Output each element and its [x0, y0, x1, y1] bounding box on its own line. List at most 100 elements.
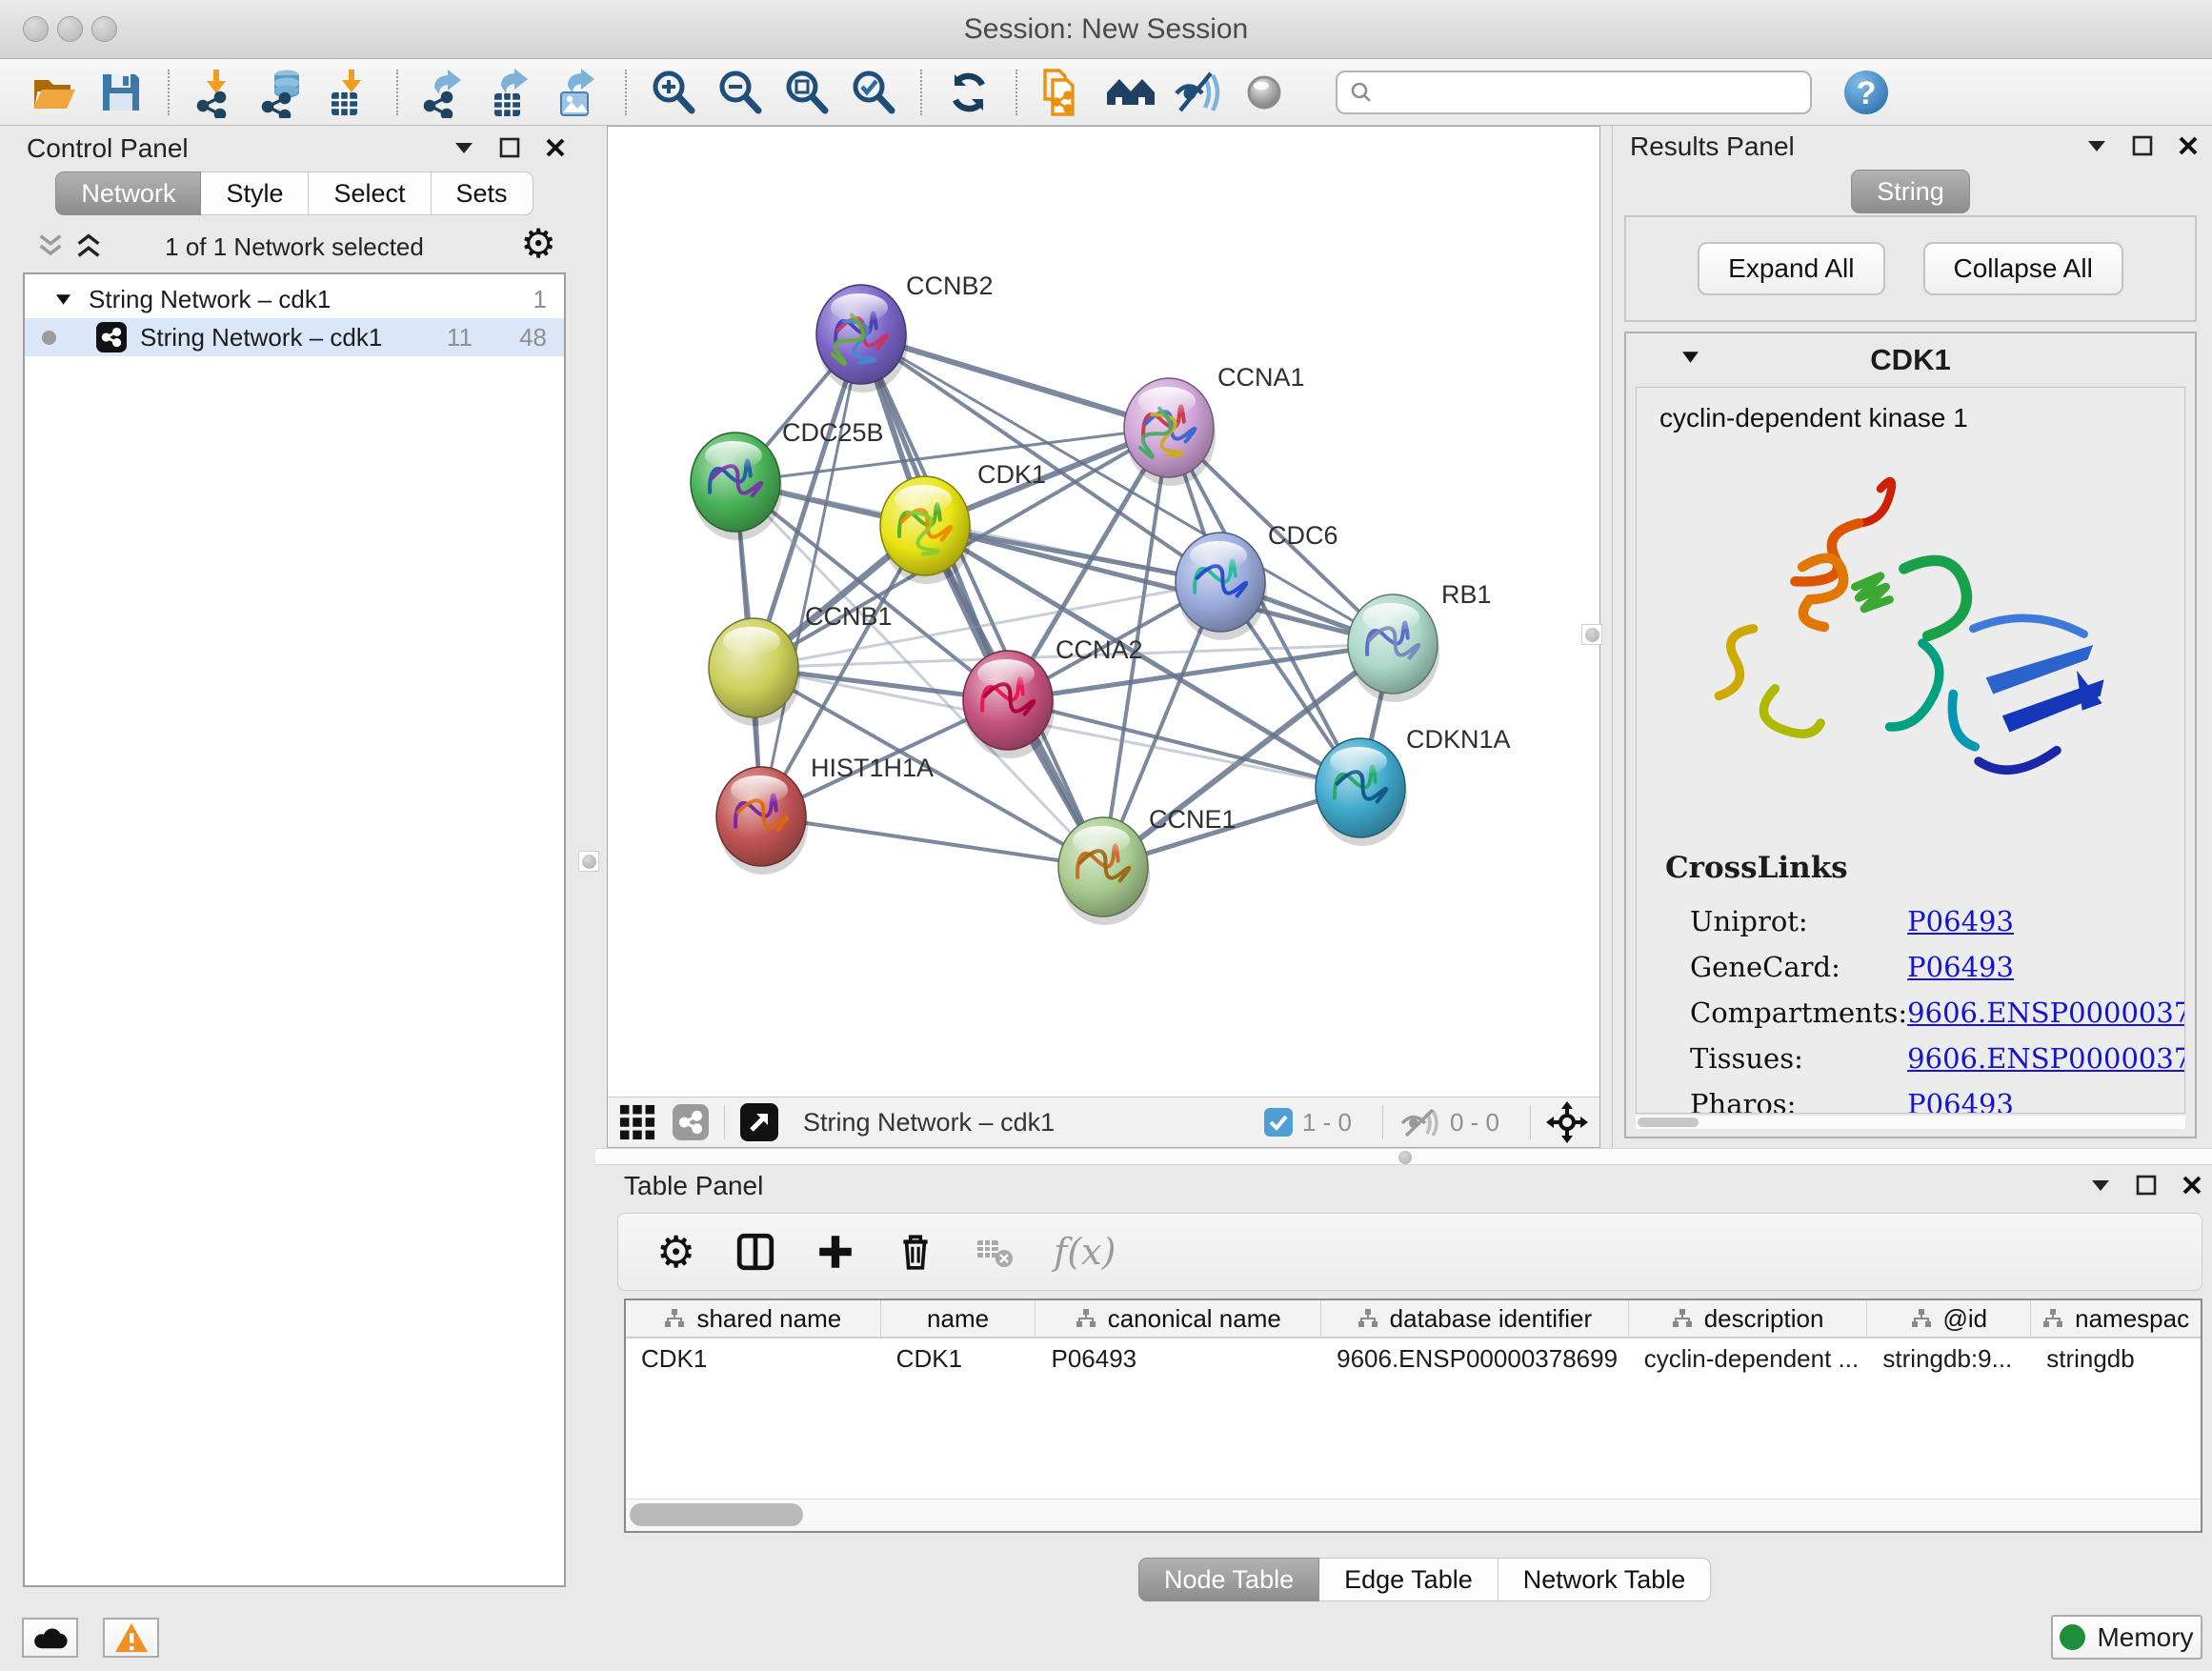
crosslink-pharos-link[interactable]: P06493 [1907, 1088, 2014, 1114]
open-session-button[interactable] [27, 65, 82, 120]
fit-content-crosshair-icon[interactable] [1546, 1101, 1588, 1143]
selected-checkbox-icon[interactable] [1264, 1108, 1293, 1137]
export-table-to-file-button[interactable] [484, 65, 539, 120]
grid-view-icon[interactable] [619, 1104, 655, 1140]
tab-style[interactable]: Style [201, 171, 309, 215]
network-row-selected[interactable]: String Network – cdk1 11 48 [25, 318, 564, 356]
column-header[interactable]: @id [1867, 1300, 2031, 1337]
table-row[interactable]: CDK1 CDK1 P06493 9606.ENSP00000378699 cy… [626, 1339, 2201, 1379]
network-canvas[interactable]: CCNB2CCNA1CDC25BCDK1CDC6RB1CCNB1CCNA2CDK… [608, 127, 1599, 1097]
panel-menu-caret-icon[interactable] [2086, 139, 2107, 152]
float-panel-icon[interactable] [2132, 135, 2153, 156]
eye-slash-icon [1172, 67, 1223, 118]
float-panel-icon[interactable] [499, 137, 520, 158]
table-settings-gear-icon[interactable]: ⚙ [656, 1226, 695, 1278]
column-header[interactable]: namespac [2031, 1300, 2201, 1337]
network-edge-HIST1H1A-CCNE1[interactable] [761, 816, 1103, 867]
results-horizontal-scrollbar[interactable] [1636, 1116, 2185, 1129]
panel-menu-caret-icon[interactable] [2090, 1178, 2111, 1192]
tab-select[interactable]: Select [309, 171, 431, 215]
delete-table-icon[interactable] [975, 1233, 1014, 1271]
import-network-from-file-button[interactable] [189, 65, 244, 120]
crosslink-genecard-link[interactable]: P06493 [1907, 951, 2014, 983]
column-header[interactable]: database identifier [1321, 1300, 1629, 1337]
export-table-icon [486, 67, 537, 118]
collapse-all-button[interactable]: Collapse All [1923, 242, 2123, 295]
toolbar-divider [920, 70, 922, 115]
tab-sets[interactable]: Sets [432, 171, 533, 215]
column-header[interactable]: name [881, 1300, 1036, 1337]
column-header[interactable]: shared name [626, 1300, 881, 1337]
zoom-fit-button[interactable] [779, 65, 835, 120]
network-node-CCNA1[interactable]: CCNA1 [1124, 363, 1305, 486]
crosslink-tissues-link[interactable]: 9606.ENSP00000378699 [1907, 1042, 2185, 1075]
crosslink-label: GeneCard: [1665, 944, 1907, 990]
scrollbar-thumb[interactable] [630, 1503, 803, 1526]
open-view-external-icon[interactable] [740, 1103, 778, 1141]
delete-column-trash-icon[interactable] [895, 1232, 935, 1272]
entry-header[interactable]: CDK1 [1626, 333, 2195, 385]
table-panel-tabs: Node Table Edge Table Network Table [1138, 1558, 1711, 1601]
tab-network[interactable]: Network [55, 171, 201, 215]
zoom-selected-button[interactable] [846, 65, 901, 120]
right-splitter-handle[interactable] [1581, 624, 1602, 645]
tree-expander-icon[interactable] [55, 293, 71, 306]
expand-all-button[interactable]: Expand All [1698, 242, 1884, 295]
memory-button[interactable]: Memory [2051, 1615, 2202, 1660]
memory-label: Memory [2097, 1622, 2193, 1653]
tab-edge-table[interactable]: Edge Table [1319, 1558, 1498, 1601]
string-badge-icon[interactable] [673, 1104, 709, 1140]
show-columns-icon[interactable] [735, 1232, 775, 1272]
refresh-button[interactable] [941, 65, 996, 120]
column-header[interactable]: canonical name [1036, 1300, 1321, 1337]
zoom-in-button[interactable] [646, 65, 701, 120]
column-header[interactable]: description [1629, 1300, 1868, 1337]
save-session-button[interactable] [93, 65, 149, 120]
left-splitter-handle[interactable] [578, 851, 599, 872]
hidden-eye-icon[interactable] [1398, 1106, 1440, 1138]
network-node-CDKN1A[interactable]: CDKN1A [1316, 725, 1511, 846]
panel-menu-caret-icon[interactable] [453, 141, 474, 154]
search-input[interactable] [1374, 77, 1783, 107]
show-panels-eye-button[interactable] [1237, 65, 1292, 120]
crosslink-compartments-link[interactable]: 9606.ENSP00000378699 [1907, 997, 2185, 1029]
horizontal-splitter[interactable] [595, 1148, 2212, 1165]
home-pages-button[interactable] [1103, 65, 1158, 120]
network-edge-CCNB2-HIST1H1A[interactable] [761, 334, 861, 816]
table-horizontal-scrollbar[interactable] [626, 1499, 2201, 1531]
add-column-icon[interactable] [815, 1232, 855, 1272]
float-panel-icon[interactable] [2136, 1175, 2157, 1196]
hide-panels-eye-button[interactable] [1170, 65, 1225, 120]
network-node-CCNE1[interactable]: CCNE1 [1058, 805, 1237, 925]
warnings-button[interactable] [103, 1618, 159, 1658]
tab-string[interactable]: String [1851, 170, 1970, 213]
import-network-from-database-button[interactable] [255, 65, 311, 120]
help-button[interactable]: ? [1839, 65, 1894, 120]
network-node-HIST1H1A[interactable]: HIST1H1A [716, 754, 934, 875]
column-type-icon [2042, 1308, 2063, 1329]
string-network-icon [96, 322, 127, 352]
zoom-out-button[interactable] [713, 65, 768, 120]
crosslink-uniprot-link[interactable]: P06493 [1907, 905, 2014, 937]
network-node-CDK1[interactable]: CDK1 [880, 460, 1046, 584]
search-field[interactable] [1336, 70, 1812, 114]
splitter-handle-dot[interactable] [1398, 1151, 1412, 1164]
close-panel-icon[interactable] [545, 137, 566, 158]
share-document-button[interactable] [1036, 65, 1092, 120]
window-title: Session: New Session [0, 13, 2212, 46]
network-options-gear-icon[interactable]: ⚙ [520, 223, 556, 265]
export-image-button[interactable] [551, 65, 606, 120]
tab-node-table[interactable]: Node Table [1138, 1558, 1319, 1601]
close-panel-icon[interactable] [2178, 135, 2199, 156]
crosslink-label: Uniprot: [1665, 898, 1907, 944]
import-table-from-file-button[interactable] [322, 65, 377, 120]
network-node-RB1[interactable]: RB1 [1348, 580, 1492, 702]
export-network-to-file-button[interactable] [417, 65, 473, 120]
cloud-status-button[interactable] [22, 1618, 78, 1658]
function-builder-icon[interactable]: f(x) [1054, 1231, 1116, 1273]
network-collection-row[interactable]: String Network – cdk1 1 [25, 280, 564, 318]
close-panel-icon[interactable] [2182, 1175, 2202, 1196]
tab-network-table[interactable]: Network Table [1498, 1558, 1712, 1601]
network-node-CCNB2[interactable]: CCNB2 [816, 272, 994, 393]
gray-orb-icon [1238, 67, 1290, 118]
